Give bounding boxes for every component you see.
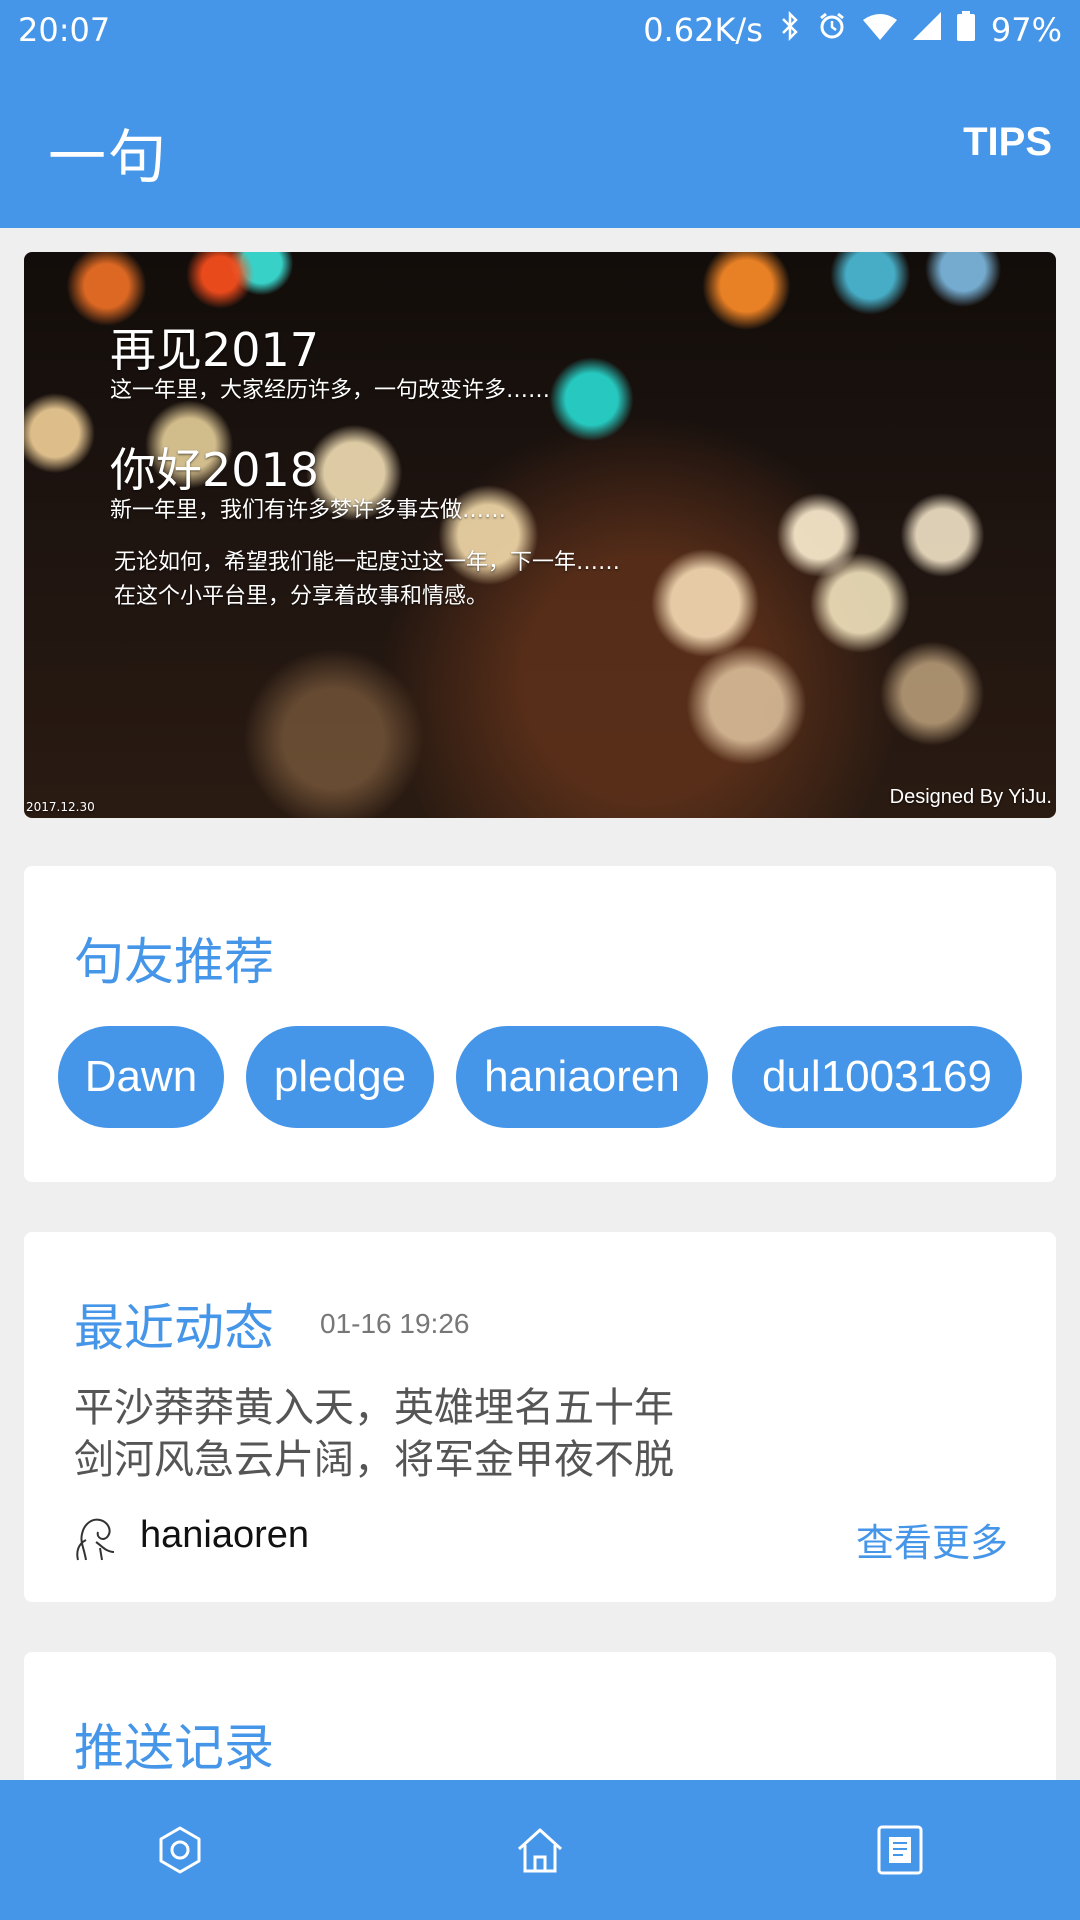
settings-icon[interactable] — [150, 1820, 210, 1880]
push-title: 推送记录 — [74, 1719, 274, 1777]
app-title: 一句 — [48, 123, 169, 191]
home-icon[interactable] — [510, 1820, 570, 1880]
user-tag-haniaoren[interactable]: haniaoren — [456, 1026, 708, 1128]
banner-line-goodbye: 再见2017 — [110, 323, 320, 377]
banner-date: 2017.12.30 — [26, 800, 95, 814]
app-bar: 一句 TIPS — [0, 60, 1080, 228]
wifi-icon — [862, 13, 897, 48]
battery-percent: 97% — [990, 11, 1062, 49]
bottom-nav — [0, 1780, 1080, 1920]
recommend-title: 句友推荐 — [74, 933, 274, 991]
banner-line-hello: 你好2018 — [110, 443, 320, 497]
recent-time: 01-16 19:26 — [320, 1308, 470, 1339]
user-tag-dul1003169[interactable]: dul1003169 — [732, 1026, 1022, 1128]
network-speed: 0.62K/s — [643, 11, 763, 49]
recent-title: 最近动态 — [74, 1299, 274, 1357]
status-bar: 20:07 0.62K/s 97% — [0, 0, 1080, 60]
banner-line-2: 这一年里，大家经历许多，一句改变许多…… — [110, 378, 551, 403]
signal-icon — [912, 12, 941, 48]
status-time: 20:07 — [18, 11, 111, 49]
banner-designer: Designed By YiJu. — [889, 786, 1052, 808]
banner-line-4: 新一年里，我们有许多梦许多事去做…… — [110, 498, 507, 523]
user-tag-pledge[interactable]: pledge — [246, 1026, 434, 1128]
status-indicators: 0.62K/s 97% — [643, 10, 1062, 49]
user-tag-dawn[interactable]: Dawn — [58, 1026, 224, 1128]
notebook-icon[interactable] — [870, 1820, 930, 1880]
battery-icon — [956, 11, 975, 49]
alarm-icon — [817, 11, 847, 49]
banner-line-6: 在这个小平台里，分享着故事和情感。 — [114, 584, 489, 609]
recommend-card: 句友推荐 Dawn pledge haniaoren dul1003169 — [24, 866, 1056, 1182]
banner-image[interactable]: 再见2017 这一年里，大家经历许多，一句改变许多…… 你好2018 新一年里，… — [24, 252, 1056, 818]
bluetooth-icon — [779, 10, 801, 49]
author-name[interactable]: haniaoren — [140, 1514, 309, 1557]
view-more-link[interactable]: 查看更多 — [856, 1512, 1008, 1567]
recent-line-2[interactable]: 剑河风急云片阔，将军金甲夜不脱 — [74, 1434, 674, 1486]
author-avatar-icon[interactable] — [72, 1512, 120, 1564]
banner-line-5: 无论如何，希望我们能一起度过这一年，下一年…… — [114, 550, 621, 575]
tips-button[interactable]: TIPS — [963, 120, 1052, 165]
recent-line-1[interactable]: 平沙莽莽黄入天，英雄埋名五十年 — [74, 1382, 674, 1434]
recent-card: 最近动态 01-16 19:26 平沙莽莽黄入天，英雄埋名五十年 剑河风急云片阔… — [24, 1232, 1056, 1602]
